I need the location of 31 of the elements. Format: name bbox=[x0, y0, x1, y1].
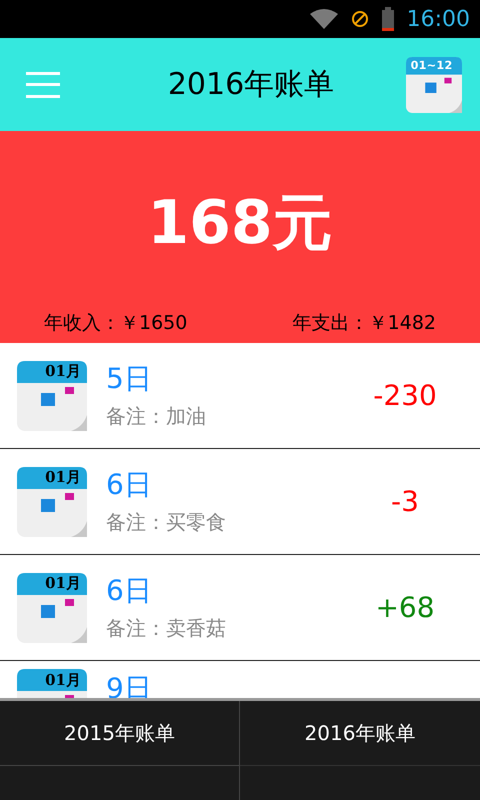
calendar-icon bbox=[17, 572, 87, 642]
note-text: 备注：卖香菇 bbox=[106, 614, 227, 642]
day-label: 6日 bbox=[106, 466, 153, 502]
bill-row[interactable]: 01月 6日 备注：买零食 -3 bbox=[0, 449, 480, 555]
balance-amount: 168元 bbox=[147, 186, 333, 260]
battery-icon bbox=[380, 7, 395, 31]
calendar-label: 01月 bbox=[45, 672, 81, 688]
blocked-icon bbox=[350, 10, 369, 28]
amount: +68 bbox=[374, 590, 436, 626]
bill-row[interactable]: 01月 6日 备注：卖香菇 +68 bbox=[0, 555, 480, 661]
calendar-label: 01月 bbox=[45, 364, 81, 379]
calendar-label: 01~12 bbox=[410, 60, 454, 71]
year-income: 年收入：￥1650 bbox=[44, 310, 188, 336]
amount: -230 bbox=[372, 378, 438, 414]
calendar-icon[interactable] bbox=[406, 56, 462, 112]
menu-item[interactable]: 2016年账单 bbox=[240, 701, 480, 766]
calendar-icon bbox=[17, 466, 87, 536]
year-expense: 年支出：￥1482 bbox=[292, 310, 436, 336]
calendar-icon bbox=[17, 360, 87, 430]
page-title: 2016年账单 bbox=[168, 66, 334, 104]
day-label: 6日 bbox=[106, 572, 153, 608]
note-text: 备注：加油 bbox=[106, 402, 207, 430]
amount: -3 bbox=[390, 484, 420, 520]
calendar-label: 01月 bbox=[45, 470, 81, 485]
note-text: 备注：买零食 bbox=[106, 508, 227, 536]
clock: 16:00 bbox=[406, 6, 470, 34]
day-label: 5日 bbox=[106, 360, 153, 396]
bill-row[interactable]: 01月 5日 备注：加油 -230 bbox=[0, 343, 480, 449]
menu-item[interactable]: 2015年账单 bbox=[0, 701, 240, 766]
calendar-label: 01月 bbox=[45, 576, 81, 591]
wifi-icon bbox=[308, 7, 339, 31]
